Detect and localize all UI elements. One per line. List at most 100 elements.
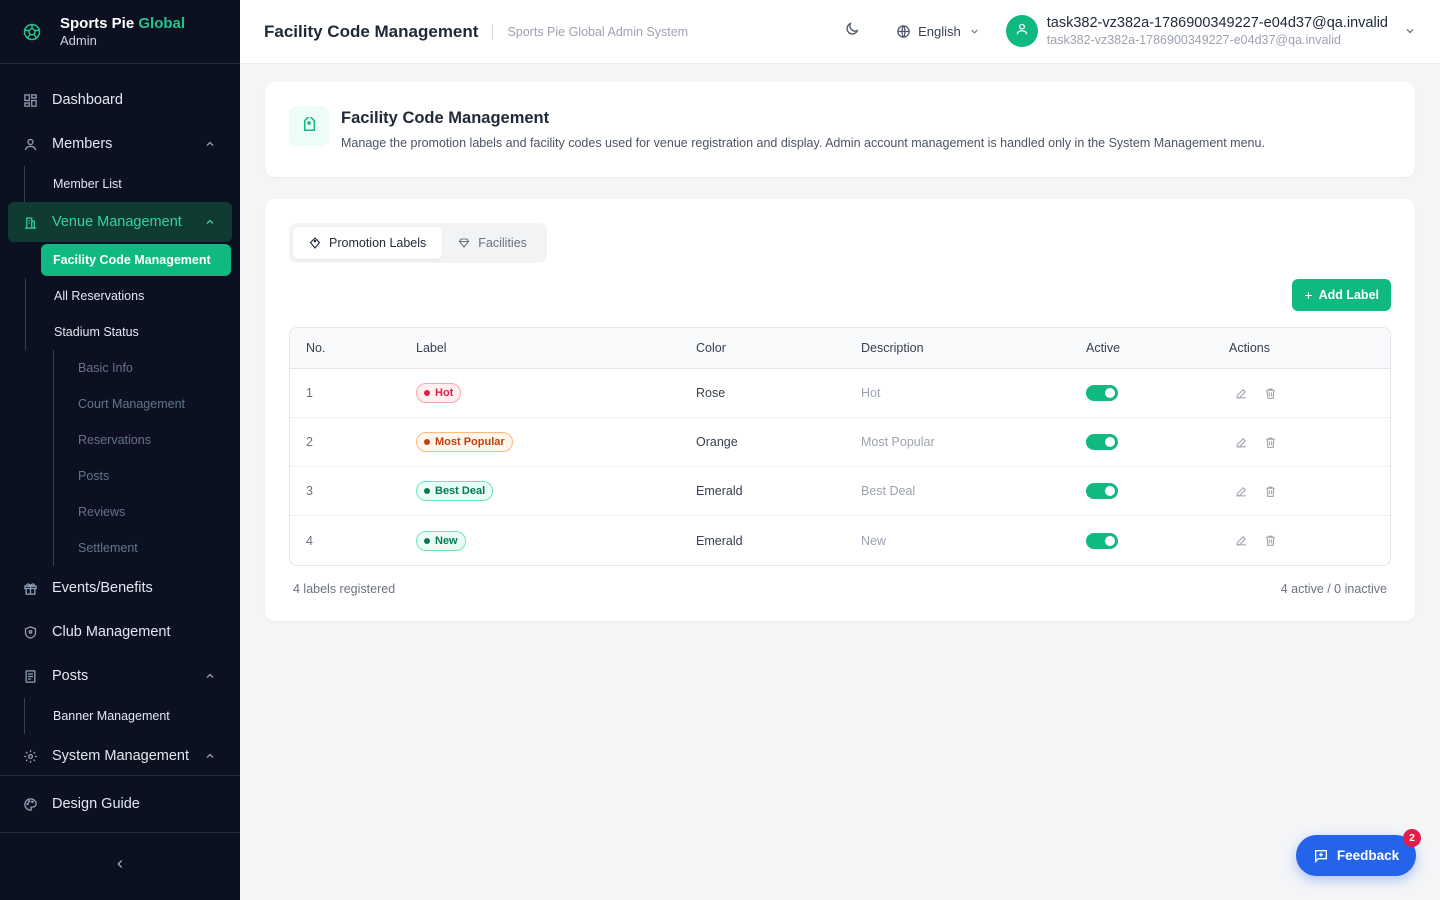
gem-icon (458, 237, 470, 249)
chevron-down-icon (1404, 25, 1416, 37)
badge-dot (424, 439, 430, 445)
feedback-label: Feedback (1336, 848, 1400, 863)
language-selector[interactable]: English (896, 24, 980, 39)
sidebar-item-posts-sub[interactable]: Posts (54, 458, 240, 494)
tab-facilities[interactable]: Facilities (442, 227, 543, 259)
brand[interactable]: Sports Pie Global Admin (0, 0, 240, 64)
sidebar-item-label: Dashboard (52, 92, 123, 108)
intro-card: Facility Code Management Manage the prom… (265, 82, 1415, 177)
edit-icon[interactable] (1233, 434, 1249, 450)
color-cell: Orange (696, 435, 738, 449)
actions-cell (1229, 533, 1390, 549)
sidebar-item-court-management[interactable]: Court Management (54, 386, 240, 422)
sidebar-item-basic-info[interactable]: Basic Info (54, 350, 240, 386)
sidebar-item-facility-code-management[interactable]: Facility Code Management (41, 244, 231, 276)
row-number: 1 (306, 386, 313, 400)
active-cell (1086, 434, 1229, 450)
edit-icon[interactable] (1233, 533, 1249, 549)
sidebar: Sports Pie Global Admin Dashboard Member… (0, 0, 240, 900)
add-label-button[interactable]: + Add Label (1292, 279, 1391, 311)
label-badge: Hot (416, 383, 462, 403)
badge-dot (424, 390, 430, 396)
table-row: 3 Best Deal Emerald Best Deal (290, 467, 1390, 516)
sidebar-nav: Dashboard Members Member List Venue Mana… (0, 64, 240, 775)
active-toggle[interactable] (1086, 532, 1118, 549)
toolbar: + Add Label (289, 279, 1391, 311)
sidebar-item-label: Events/Benefits (52, 580, 153, 596)
sidebar-item-stadium-status[interactable]: Stadium Status (25, 314, 240, 350)
label-badge: Best Deal (416, 481, 494, 501)
sidebar-item-club-management[interactable]: Club Management (0, 610, 240, 654)
sidebar-item-members[interactable]: Members (0, 122, 240, 166)
chevron-up-icon (204, 750, 216, 762)
collapse-sidebar-button[interactable] (0, 832, 240, 900)
sidebar-item-dashboard[interactable]: Dashboard (0, 78, 240, 122)
badge-text: Best Deal (435, 485, 486, 497)
active-cell (1086, 532, 1229, 549)
trash-icon[interactable] (1262, 385, 1278, 401)
sidebar-item-venue-management[interactable]: Venue Management (8, 202, 232, 242)
badge-text: Hot (435, 387, 454, 399)
user-menu[interactable]: task382-vz382a-1786900349227-e04d37@qa.i… (1005, 15, 1416, 48)
sidebar-item-posts[interactable]: Posts (0, 654, 240, 698)
sidebar-item-label: Club Management (52, 624, 171, 640)
chevron-up-icon (204, 670, 216, 682)
tab-bar: Promotion Labels Facilities (289, 223, 547, 263)
sidebar-item-settlement[interactable]: Settlement (54, 530, 240, 566)
user-email: task382-vz382a-1786900349227-e04d37@qa.i… (1046, 32, 1341, 47)
active-toggle[interactable] (1086, 483, 1118, 499)
plus-icon: + (1304, 287, 1313, 303)
label-badge: Most Popular (416, 432, 513, 452)
building-icon (22, 214, 38, 230)
trash-icon[interactable] (1262, 533, 1278, 549)
edit-icon[interactable] (1233, 385, 1249, 401)
user-name: task382-vz382a-1786900349227-e04d37@qa.i… (1046, 15, 1388, 32)
badge-dot (424, 537, 430, 544)
feedback-button[interactable]: Feedback 2 (1296, 829, 1421, 876)
sidebar-item-member-list[interactable]: Member List (25, 166, 240, 202)
header-actions: English task382-vz382a-1786900349227-e04… (836, 0, 1440, 63)
trash-icon[interactable] (1262, 434, 1278, 450)
active-toggle[interactable] (1086, 385, 1118, 401)
tag-icon (309, 237, 321, 249)
shield-icon (22, 624, 38, 640)
brand-subtitle: Admin (60, 32, 97, 48)
moon-icon (844, 21, 860, 42)
globe-icon (896, 24, 911, 39)
active-toggle[interactable] (1086, 434, 1118, 450)
actions-cell (1229, 483, 1390, 499)
edit-icon[interactable] (1233, 483, 1249, 499)
description-cell: Best Deal (861, 484, 916, 498)
document-icon (22, 668, 38, 684)
sidebar-item-design-guide[interactable]: Design Guide (0, 776, 240, 832)
badge-text: Most Popular (435, 436, 505, 448)
label-cell: Hot (416, 383, 696, 403)
sidebar-item-banner-management[interactable]: Banner Management (25, 698, 240, 734)
actions-cell (1229, 434, 1390, 450)
color-cell: Emerald (696, 533, 743, 548)
intro-description: Manage the promotion labels and facility… (341, 136, 1265, 150)
tab-label: Facilities (478, 236, 527, 250)
message-plus-icon (1313, 848, 1329, 864)
sidebar-item-all-reservations[interactable]: All Reservations (25, 278, 240, 314)
label-cell: New (416, 530, 696, 551)
soccer-ball-icon (22, 22, 42, 42)
sidebar-item-reservations[interactable]: Reservations (54, 422, 240, 458)
theme-toggle-button[interactable] (836, 16, 868, 48)
row-number: 2 (306, 435, 313, 449)
add-label-text: Add Label (1318, 288, 1379, 302)
sidebar-item-system-management[interactable]: System Management (0, 734, 240, 775)
description-cell: New (861, 533, 887, 548)
tab-promotion-labels[interactable]: Promotion Labels (293, 227, 443, 259)
venue-submenu: Facility Code Management All Reservation… (24, 244, 240, 566)
avatar (1005, 15, 1038, 48)
column-header-actions: Actions (1229, 341, 1270, 355)
table-row: 1 Hot Rose Hot (290, 369, 1390, 418)
posts-submenu: Banner Management (24, 698, 240, 734)
trash-icon[interactable] (1262, 483, 1278, 499)
description-cell: Most Popular (861, 435, 935, 449)
table-header: No. Label Color Description Active Actio… (290, 328, 1390, 369)
table-row: 4 New Emerald New (290, 516, 1390, 565)
sidebar-item-reviews[interactable]: Reviews (54, 494, 240, 530)
sidebar-item-events-benefits[interactable]: Events/Benefits (0, 566, 240, 610)
